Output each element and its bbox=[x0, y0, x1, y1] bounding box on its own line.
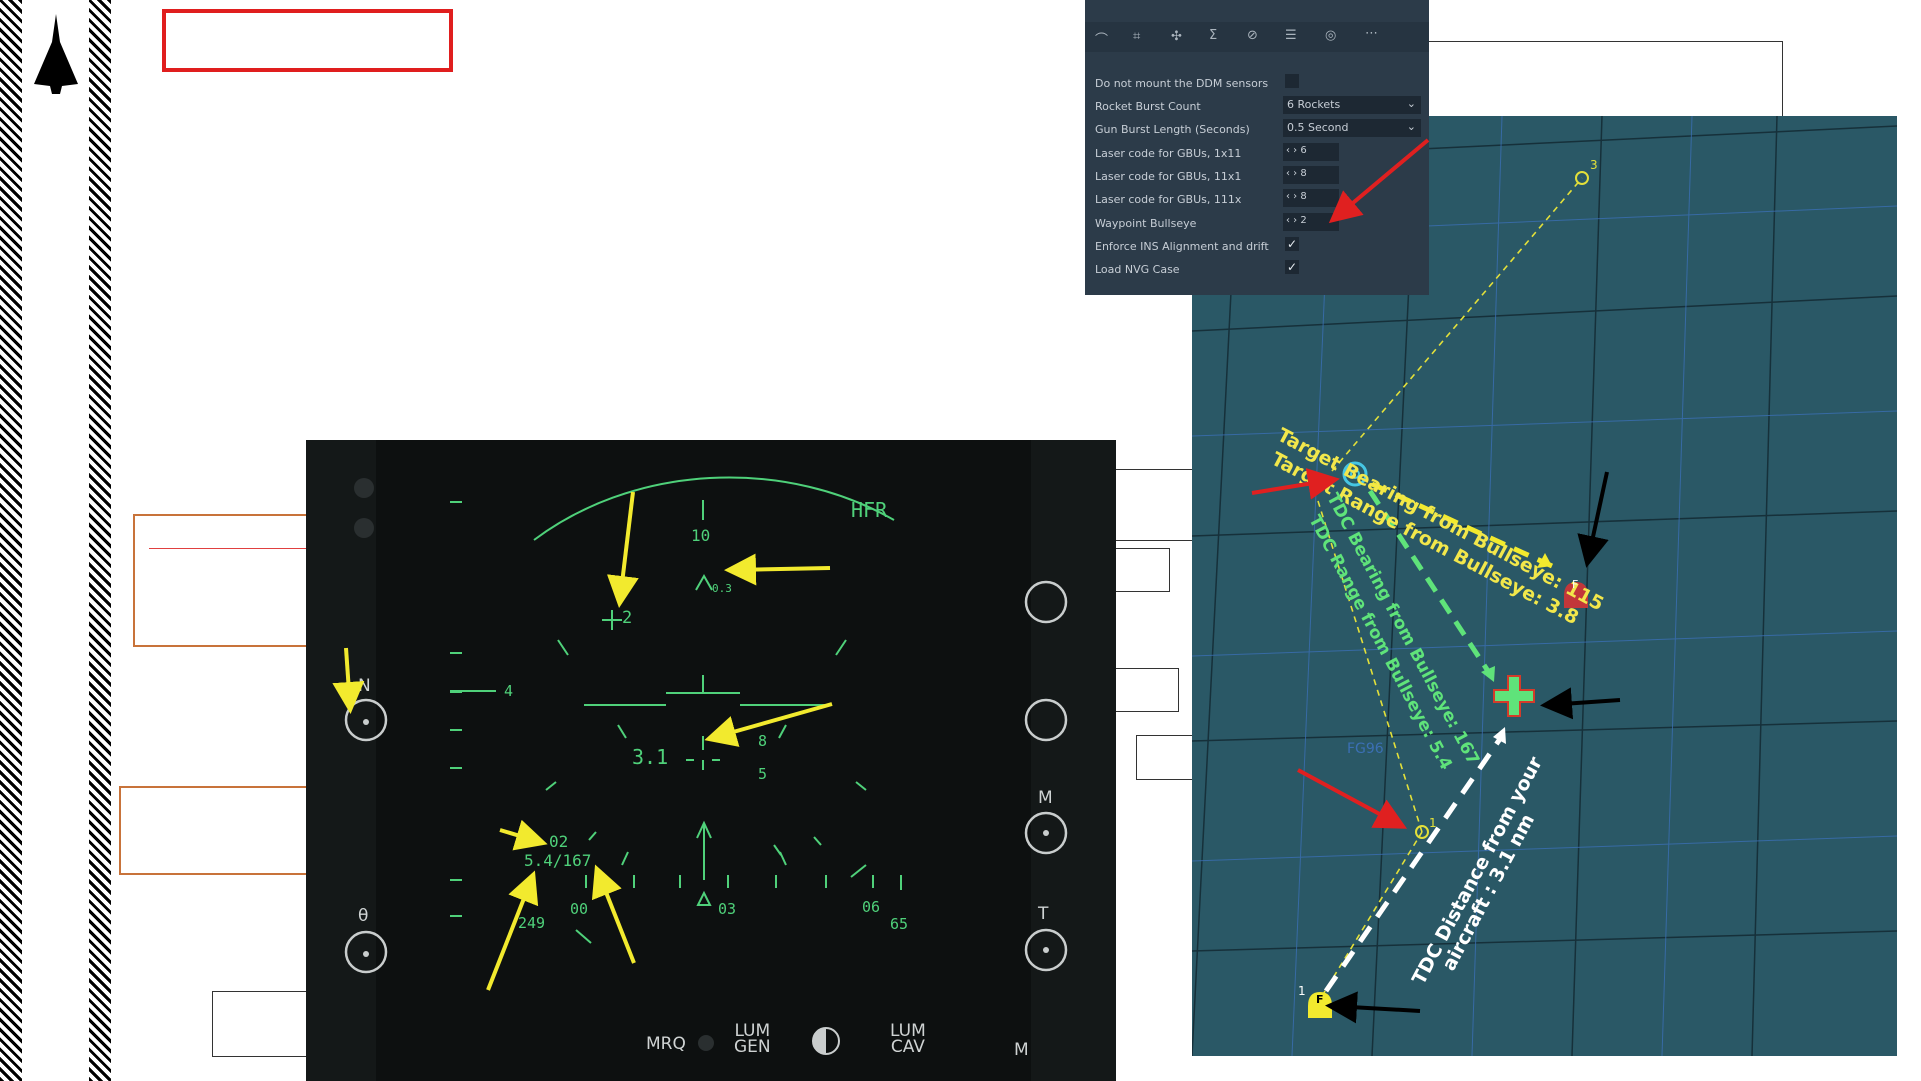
arrows-overlay bbox=[332, 138, 1621, 1024]
